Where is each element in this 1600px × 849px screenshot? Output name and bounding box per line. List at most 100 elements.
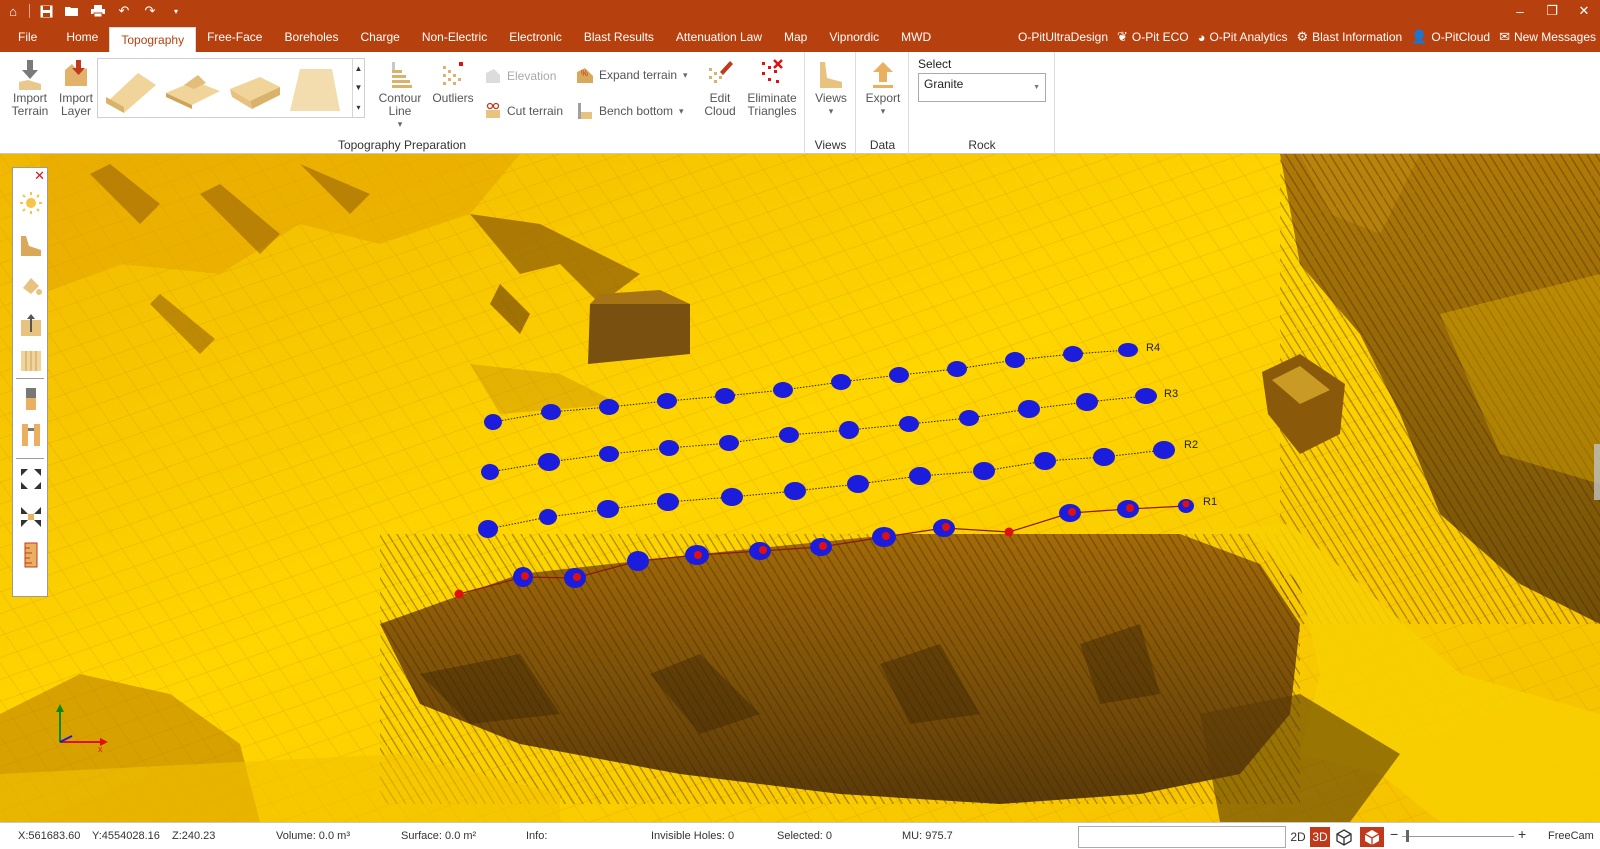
gallery-up-icon[interactable]: ▲ xyxy=(355,64,363,73)
contour-line-button[interactable]: Contour Line ▾ xyxy=(376,58,424,131)
wireframe-cube-icon[interactable] xyxy=(1334,827,1354,847)
contour-line-dropdown-icon[interactable]: ▾ xyxy=(398,118,403,131)
customize-icon[interactable]: ▾ xyxy=(163,0,189,22)
mail-icon: ✉ xyxy=(1499,29,1510,44)
link-new-messages[interactable]: ✉ New Messages xyxy=(1499,29,1596,45)
undo-icon[interactable]: ↶ xyxy=(111,0,137,22)
print-icon[interactable] xyxy=(85,0,111,22)
views-button[interactable]: Views ▾ xyxy=(812,58,850,118)
view-2d-button[interactable]: 2D xyxy=(1288,827,1308,847)
3d-viewport[interactable]: R4 R3 R2 R1 ✕ x xyxy=(0,154,1600,822)
zoom-in-icon[interactable]: + xyxy=(1518,826,1526,842)
surface-readout: Surface: 0.0 m² xyxy=(401,830,477,842)
elevation-button[interactable]: Elevation xyxy=(484,67,556,85)
zoom-extents-icon[interactable] xyxy=(19,466,43,492)
export-label: Export xyxy=(865,91,901,105)
tab-topography[interactable]: Topography xyxy=(109,27,197,52)
gallery-expand-icon[interactable]: ▾ xyxy=(356,103,360,112)
edit-cloud-button[interactable]: Edit Cloud xyxy=(700,58,740,118)
camera-mode-readout[interactable]: FreeCam xyxy=(1548,830,1594,842)
rock-select-value: Granite xyxy=(924,77,964,91)
eliminate-triangles-button[interactable]: Eliminate Triangles xyxy=(744,58,800,118)
tab-home[interactable]: Home xyxy=(55,22,109,52)
bench-bottom-dropdown-icon[interactable]: ▾ xyxy=(679,106,684,117)
view-tool-panel: ✕ xyxy=(12,167,48,597)
bench-bottom-button[interactable]: Bench bottom ▾ xyxy=(576,102,684,120)
link-o-pitcloud[interactable]: 👤 O-PitCloud xyxy=(1411,29,1490,45)
chevron-down-icon: ▼ xyxy=(1033,84,1040,91)
tab-attenuation-law[interactable]: Attenuation Law xyxy=(665,22,773,52)
tab-free-face[interactable]: Free-Face xyxy=(196,22,273,52)
tab-file[interactable]: File xyxy=(0,22,55,52)
terrain-style-thumb-3[interactable] xyxy=(226,63,284,115)
tab-blast-results[interactable]: Blast Results xyxy=(573,22,665,52)
volume-readout: Volume: 0.0 m³ xyxy=(276,830,350,842)
redo-icon[interactable]: ↷ xyxy=(137,0,163,22)
app-icon[interactable]: ⌂ xyxy=(0,0,26,22)
row-label-r3: R3 xyxy=(1164,388,1179,400)
expand-terrain-button[interactable]: % Expand terrain ▾ xyxy=(576,66,688,84)
rock-select[interactable]: Granite ▼ xyxy=(918,73,1046,102)
save-icon[interactable] xyxy=(33,0,59,22)
close-icon[interactable]: ✕ xyxy=(34,168,45,184)
open-icon[interactable] xyxy=(59,0,85,22)
terrain-view-icon[interactable] xyxy=(19,232,43,258)
expand-terrain-icon: % xyxy=(577,68,593,83)
solid-cube-icon[interactable] xyxy=(1360,827,1384,847)
link-o-pit-ultradesign[interactable]: O-PitUltraDesign xyxy=(1018,30,1108,44)
info-readout: Info: xyxy=(526,830,548,842)
link-blast-information[interactable]: ⚙ Blast Information xyxy=(1296,29,1402,45)
tab-mwd[interactable]: MWD xyxy=(890,22,942,52)
edit-cloud-icon xyxy=(709,61,733,83)
outliers-button[interactable]: Outliers xyxy=(429,58,477,105)
link-o-pit-analytics[interactable]: ◕ O-Pit Analytics xyxy=(1198,30,1288,45)
zoom-slider[interactable] xyxy=(1402,836,1514,837)
tab-map[interactable]: Map xyxy=(773,22,818,52)
gallery-down-icon[interactable]: ▼ xyxy=(355,83,363,92)
gear-icon: ⚙ xyxy=(1296,29,1309,44)
menu-bar: File Home Topography Free-Face Boreholes… xyxy=(0,22,1600,52)
ruler-icon[interactable] xyxy=(19,542,43,568)
tab-non-electric[interactable]: Non-Electric xyxy=(411,22,498,52)
export-button[interactable]: Export ▾ xyxy=(863,58,903,118)
terrain-style-gallery[interactable]: ▲ ▼ ▾ xyxy=(97,58,365,118)
contour-line-icon xyxy=(392,62,412,88)
import-terrain-button[interactable]: Import Terrain xyxy=(8,58,52,118)
command-input[interactable] xyxy=(1078,826,1286,848)
terrain-style-thumb-1[interactable] xyxy=(102,63,160,115)
tab-charge[interactable]: Charge xyxy=(349,22,410,52)
hole-pair-icon[interactable] xyxy=(19,422,43,448)
sun-icon[interactable] xyxy=(19,190,43,216)
close-icon[interactable]: ✕ xyxy=(1568,0,1600,22)
row-label-r4: R4 xyxy=(1146,342,1161,354)
group-label-rock: Rock xyxy=(968,138,996,152)
bench-bottom-icon xyxy=(578,103,592,119)
cut-terrain-label: Cut terrain xyxy=(507,104,564,118)
gallery-scrollbar[interactable]: ▲ ▼ ▾ xyxy=(352,59,364,117)
view-3d-button[interactable]: 3D xyxy=(1310,827,1330,847)
expand-terrain-dropdown-icon[interactable]: ▾ xyxy=(683,70,688,81)
views-dropdown-icon[interactable]: ▾ xyxy=(829,105,834,118)
cut-terrain-button[interactable]: Cut terrain xyxy=(484,102,563,120)
tab-vipnordic[interactable]: Vipnordic xyxy=(818,22,890,52)
tab-boreholes[interactable]: Boreholes xyxy=(273,22,349,52)
zoom-out-icon[interactable]: − xyxy=(1390,826,1398,842)
restore-icon[interactable]: ❐ xyxy=(1536,0,1568,22)
export-dropdown-icon[interactable]: ▾ xyxy=(881,105,886,118)
terrain-style-thumb-2[interactable] xyxy=(164,63,222,115)
grid-icon[interactable] xyxy=(19,348,43,374)
import-layer-button[interactable]: Import Layer xyxy=(54,58,98,118)
axis-gizmo: x xyxy=(56,704,108,752)
minimize-icon[interactable]: – xyxy=(1504,0,1536,22)
zoom-slider-thumb[interactable] xyxy=(1406,830,1409,842)
terrain-style-thumb-4[interactable] xyxy=(286,63,344,115)
zoom-fit-icon[interactable] xyxy=(19,504,43,530)
link-o-pit-eco[interactable]: ❦ O-Pit ECO xyxy=(1117,29,1189,45)
external-links: O-PitUltraDesign ❦ O-Pit ECO ◕ O-Pit Ana… xyxy=(1009,22,1600,52)
fill-icon[interactable] xyxy=(19,272,43,298)
hole-column-icon[interactable] xyxy=(19,386,43,412)
height-icon[interactable] xyxy=(19,312,43,338)
tab-electronic[interactable]: Electronic xyxy=(498,22,573,52)
link-label: O-Pit ECO xyxy=(1131,30,1189,44)
outliers-label: Outliers xyxy=(432,91,474,105)
